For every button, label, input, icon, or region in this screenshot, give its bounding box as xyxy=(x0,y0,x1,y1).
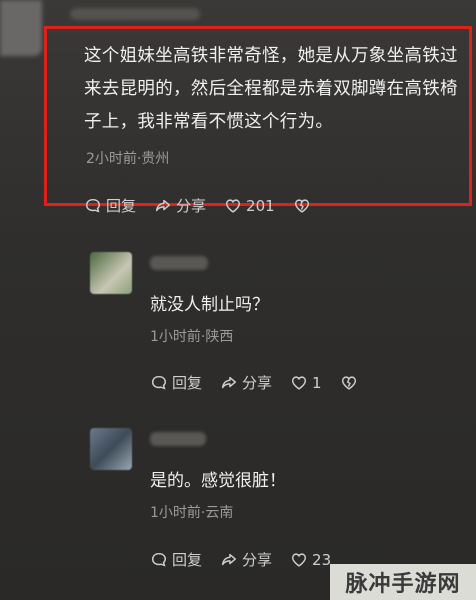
username-blurred xyxy=(70,8,200,20)
comment-icon xyxy=(85,198,101,213)
share-icon xyxy=(155,199,171,211)
reply-meta: 1小时前·云南 xyxy=(150,505,234,521)
share-icon xyxy=(221,553,237,565)
avatar[interactable] xyxy=(0,0,42,56)
share-button[interactable]: 分享 xyxy=(220,549,272,570)
dislike-button[interactable] xyxy=(293,197,315,215)
heart-icon xyxy=(226,198,241,213)
heart-icon xyxy=(292,552,307,567)
comment-icon xyxy=(151,375,167,390)
reply-button[interactable]: 回复 xyxy=(84,195,136,216)
like-button[interactable]: 201 xyxy=(224,197,275,215)
share-label: 分享 xyxy=(242,374,273,392)
page: 这个姐妹坐高铁非常奇怪，她是从万象坐高铁过来去昆明的，然后全程都是赤着双脚蹲在高… xyxy=(0,0,476,600)
reply-button[interactable]: 回复 xyxy=(150,372,202,393)
reply-text: 是的。感觉很脏！ xyxy=(150,471,286,491)
watermark: 脉冲手游网 xyxy=(330,564,476,600)
like-count: 1 xyxy=(312,373,322,392)
reply-label: 回复 xyxy=(106,197,137,215)
share-button[interactable]: 分享 xyxy=(220,372,272,393)
avatar[interactable] xyxy=(90,428,132,470)
comment-actions: 回复 分享 201 xyxy=(84,195,333,216)
like-button[interactable]: 1 xyxy=(290,374,322,392)
heart-icon xyxy=(292,375,307,390)
reply-meta: 1小时前·陕西 xyxy=(150,329,234,345)
comment-meta: 2小时前·贵州 xyxy=(86,151,170,167)
reply-text: 就没人制止吗？ xyxy=(150,295,269,315)
share-icon xyxy=(221,376,237,388)
reply-label: 回复 xyxy=(172,551,203,569)
share-label: 分享 xyxy=(176,197,207,215)
comment-text: 这个姐妹坐高铁非常奇怪，她是从万象坐高铁过来去昆明的，然后全程都是赤着双脚蹲在高… xyxy=(84,46,458,132)
share-button[interactable]: 分享 xyxy=(154,195,206,216)
like-count: 201 xyxy=(246,196,275,215)
reply-button[interactable]: 回复 xyxy=(150,549,202,570)
dislike-button[interactable] xyxy=(340,374,362,392)
broken-heart-icon xyxy=(341,375,356,390)
like-count: 23 xyxy=(312,550,332,569)
comment-icon xyxy=(151,552,167,567)
avatar[interactable] xyxy=(90,252,132,294)
reply-label: 回复 xyxy=(172,374,203,392)
broken-heart-icon xyxy=(294,198,309,213)
reply-actions: 回复 分享 23 xyxy=(150,549,349,570)
reply-actions: 回复 分享 1 xyxy=(150,372,380,393)
share-label: 分享 xyxy=(242,551,273,569)
like-button[interactable]: 23 xyxy=(290,551,331,569)
username-blurred xyxy=(150,256,208,270)
username-blurred xyxy=(150,432,206,446)
